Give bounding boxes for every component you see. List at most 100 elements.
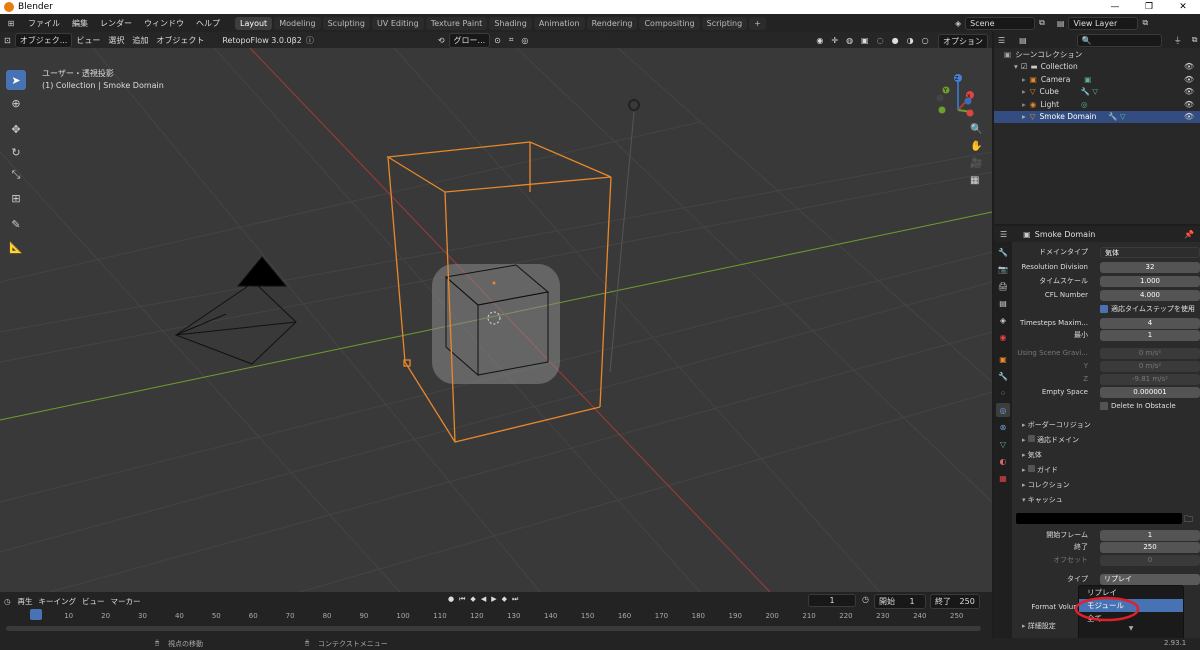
menu-help[interactable]: ヘルプ xyxy=(190,18,226,29)
proportional-edit-icon[interactable]: ◎ xyxy=(517,36,532,45)
pivot-icon[interactable]: ⊙ xyxy=(490,36,505,45)
pan-icon[interactable]: ✋ xyxy=(970,141,982,152)
new-scene-icon[interactable]: ⧉ xyxy=(1039,18,1045,28)
light-object[interactable] xyxy=(628,99,640,111)
physics-tab-icon[interactable]: ◎ xyxy=(996,403,1010,417)
shading-rendered-icon[interactable]: ○ xyxy=(918,36,933,45)
section-adaptive-domain[interactable]: ▸ 適応ドメイン xyxy=(1022,435,1079,445)
collection-row[interactable]: ▾ ☑ ▬ Collection 👁 xyxy=(994,61,1200,74)
view-layer-tab-icon[interactable]: ▤ xyxy=(996,296,1010,310)
properties-editor-icon[interactable]: ☰ xyxy=(1000,230,1007,239)
delete-obstacle-checkbox[interactable] xyxy=(1100,402,1108,410)
menu-view[interactable]: ビュー xyxy=(72,35,104,46)
pin-icon[interactable]: 📌 xyxy=(1184,230,1194,239)
overlay-toggle-icon[interactable]: ◍ xyxy=(842,36,857,45)
material-tab-icon[interactable]: ◐ xyxy=(996,454,1010,468)
tab-uv-editing[interactable]: UV Editing xyxy=(371,16,424,30)
resolution-field[interactable]: 32 xyxy=(1100,261,1200,273)
expand-arrow-icon[interactable]: ▸ xyxy=(1022,622,1026,630)
camera-data-icon[interactable]: ▣ xyxy=(1084,75,1091,84)
tab-modeling[interactable]: Modeling xyxy=(274,16,321,30)
light-data-icon[interactable]: ◎ xyxy=(1081,100,1088,109)
adaptive-timestep-checkbox[interactable] xyxy=(1100,305,1108,313)
guides-checkbox[interactable] xyxy=(1027,465,1035,472)
gravity-z-field[interactable]: -9.81 m/s² xyxy=(1100,373,1200,385)
modifier-tab-icon[interactable]: 🔧 xyxy=(996,369,1010,383)
tab-shading[interactable]: Shading xyxy=(489,16,532,30)
section-cache[interactable]: ▾ キャッシュ xyxy=(1022,495,1063,505)
new-collection-icon[interactable]: ⧉ xyxy=(1192,35,1198,45)
outliner-item-camera[interactable]: ▸ ▣ Camera ▣ 👁 xyxy=(994,73,1200,86)
expand-arrow-icon[interactable]: ▸ xyxy=(1022,451,1026,459)
visibility-eye-icon[interactable]: 👁 xyxy=(1184,100,1194,109)
domain-type-select[interactable]: 気体 xyxy=(1100,246,1200,258)
frame-ruler[interactable]: 1102030405060708090100110120130140150160… xyxy=(0,592,992,638)
modifier-wrench-icon[interactable]: 🔧 xyxy=(1108,112,1117,121)
expand-arrow-icon[interactable]: ▾ xyxy=(1014,62,1018,71)
display-mode-icon[interactable]: ▤ xyxy=(1019,36,1027,45)
editor-type-icon[interactable]: ⊞ xyxy=(0,19,22,28)
cursor-tool-icon[interactable]: ⊕ xyxy=(6,93,26,113)
expand-arrow-icon[interactable]: ▸ xyxy=(1022,421,1026,429)
gravity-y-field[interactable]: 0 m/s² xyxy=(1100,360,1200,372)
add-workspace-button[interactable]: + xyxy=(749,16,766,30)
timesteps-min-field[interactable]: 1 xyxy=(1100,329,1200,341)
section-gas[interactable]: ▸ 気体 xyxy=(1022,450,1042,460)
section-collections[interactable]: ▸ コレクション xyxy=(1022,480,1070,490)
tab-rendering[interactable]: Rendering xyxy=(586,16,638,30)
outliner-item-smoke-domain[interactable]: ▸ ▽ Smoke Domain 🔧 ▽ 👁 xyxy=(994,110,1200,123)
menu-window[interactable]: ウィンドウ xyxy=(138,18,190,29)
playhead[interactable] xyxy=(30,609,42,620)
visibility-eye-icon[interactable]: 👁 xyxy=(1184,112,1194,121)
measure-tool-icon[interactable]: 📐 xyxy=(6,237,26,257)
expand-arrow-icon[interactable]: ▸ xyxy=(1022,87,1026,96)
3d-viewport[interactable]: X Z Y ⊡ オブジェク... ビュー 選択 追加 オブジェクト Retopo… xyxy=(0,32,992,592)
texture-tab-icon[interactable]: ▦ xyxy=(996,471,1010,485)
filter-icon[interactable]: ⏚ xyxy=(1174,35,1182,46)
keyframe-dot-icon[interactable]: • xyxy=(1188,305,1192,313)
scene-selector[interactable]: Scene xyxy=(965,16,1036,30)
section-border-collisions[interactable]: ▸ ボーダーコリジョン xyxy=(1022,420,1091,430)
tool-tab-icon[interactable]: 🔧 xyxy=(996,245,1010,259)
move-tool-icon[interactable]: ✥ xyxy=(6,119,26,139)
mode-selector[interactable]: オブジェク... xyxy=(14,32,73,48)
empty-space-field[interactable]: 0.000001 xyxy=(1100,386,1200,398)
editor-type-icon[interactable]: ⊡ xyxy=(0,36,15,45)
collapse-arrow-icon[interactable]: ▾ xyxy=(1022,496,1026,504)
transform-tool-icon[interactable]: ⊞ xyxy=(6,188,26,208)
expand-arrow-icon[interactable]: ▸ xyxy=(1022,466,1026,474)
view-layer-selector[interactable]: View Layer xyxy=(1068,16,1139,30)
minimize-button[interactable]: — xyxy=(1098,0,1132,14)
ortho-toggle-icon[interactable]: ▦ xyxy=(970,175,982,186)
tab-animation[interactable]: Animation xyxy=(533,16,585,30)
visibility-eye-icon[interactable]: 👁 xyxy=(1184,62,1194,71)
shading-wire-icon[interactable]: ◌ xyxy=(873,36,888,45)
constraints-tab-icon[interactable]: ⊗ xyxy=(996,420,1010,434)
tab-scripting[interactable]: Scripting xyxy=(701,16,748,30)
menu-file[interactable]: ファイル xyxy=(22,18,66,29)
xray-icon[interactable]: ▣ xyxy=(857,36,873,45)
cache-start-field[interactable]: 1 xyxy=(1100,529,1200,541)
close-button[interactable]: ✕ xyxy=(1166,0,1200,14)
cache-directory-input[interactable] xyxy=(1016,513,1182,524)
menu-select[interactable]: 選択 xyxy=(104,35,128,46)
camera-view-icon[interactable]: 🎥 xyxy=(970,158,982,169)
scene-collection-row[interactable]: ▣ シーンコレクション xyxy=(994,48,1200,61)
menu-render[interactable]: レンダー xyxy=(94,18,138,29)
new-layer-icon[interactable]: ⧉ xyxy=(1142,18,1148,28)
snap-icon[interactable]: ⌗ xyxy=(505,35,518,45)
gizmo-toggle-icon[interactable]: ✛ xyxy=(827,36,842,45)
menu-add[interactable]: 追加 xyxy=(128,35,152,46)
outliner-editor-icon[interactable]: ☰ xyxy=(998,36,1005,45)
section-advanced[interactable]: ▸ 詳細設定 xyxy=(1022,621,1056,631)
tab-texture-paint[interactable]: Texture Paint xyxy=(425,16,488,30)
scale-tool-icon[interactable]: ⤡ xyxy=(6,165,26,185)
cache-end-field[interactable]: 250 xyxy=(1100,541,1200,553)
expand-arrow-icon[interactable]: ▸ xyxy=(1022,112,1026,121)
cache-offset-field[interactable]: 0 xyxy=(1100,554,1200,566)
expand-arrow-icon[interactable]: ▸ xyxy=(1022,75,1026,84)
mesh-data-icon[interactable]: ▽ xyxy=(1120,112,1126,121)
visibility-eye-icon[interactable]: 👁 xyxy=(1184,87,1194,96)
adaptive-domain-checkbox[interactable] xyxy=(1027,435,1035,442)
modifier-wrench-icon[interactable]: 🔧 xyxy=(1081,87,1090,96)
